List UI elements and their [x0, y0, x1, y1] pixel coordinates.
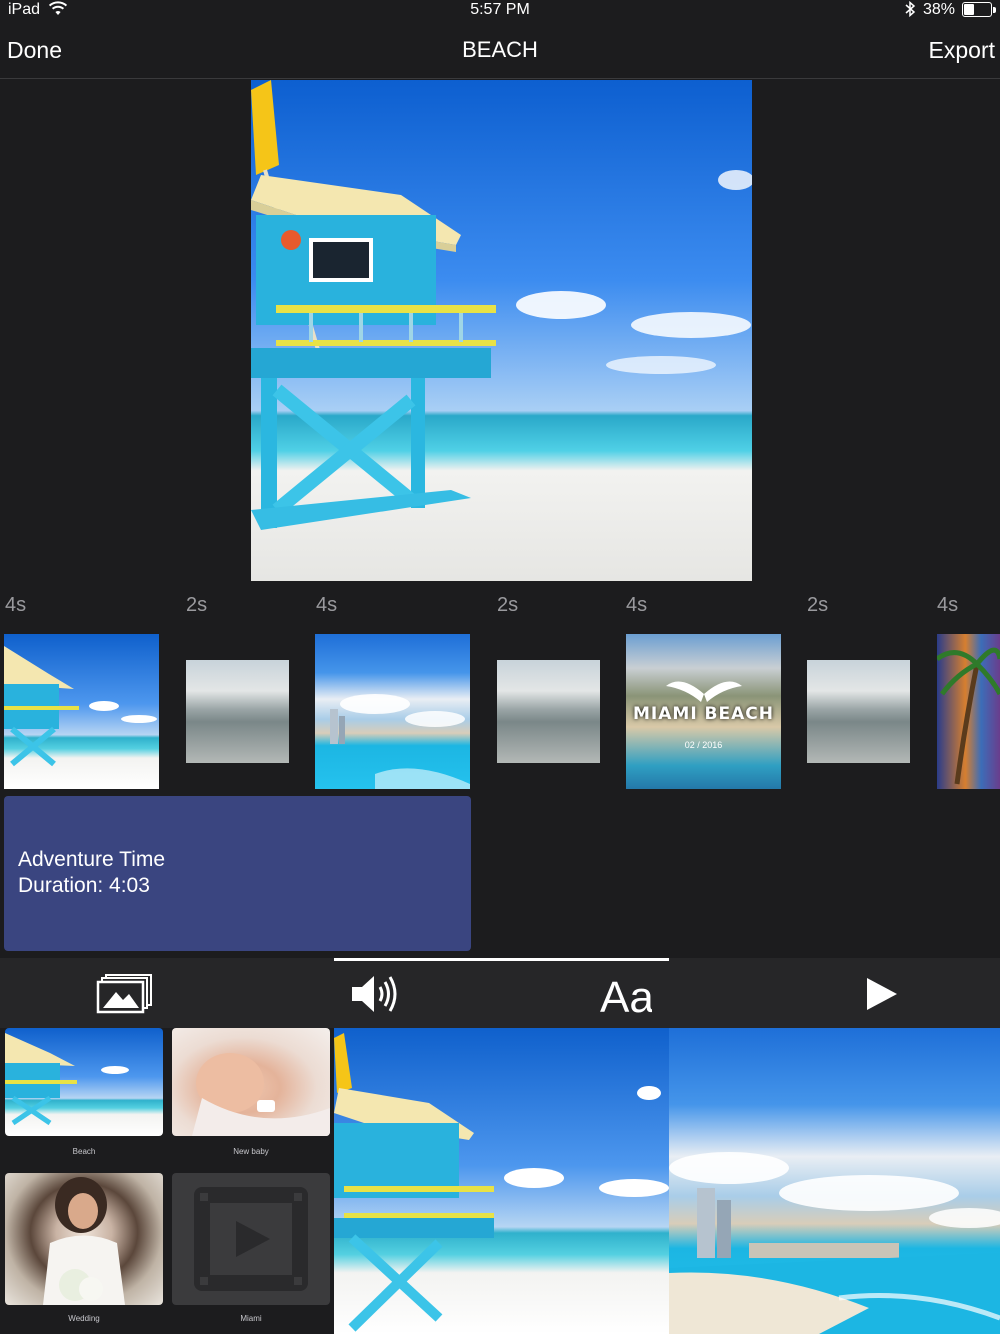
album-label: Miami [240, 1314, 262, 1323]
media-library: Beach New baby Wedding Miami [0, 1028, 1000, 1334]
project-card[interactable]: Adventure Time Duration: 4:03 [4, 796, 471, 951]
duration-label: 2s [807, 594, 829, 616]
album-label: New baby [233, 1147, 269, 1156]
timeline-transition[interactable] [497, 660, 600, 763]
album-label: Beach [72, 1147, 96, 1156]
play-icon [867, 978, 897, 1010]
album-thumbnail [5, 1028, 163, 1136]
page-title: BEACH [462, 37, 538, 62]
project-duration: Duration: 4:03 [18, 874, 150, 897]
project-name: Adventure Time [18, 848, 166, 871]
timeline-clip-miami-title[interactable]: MIAMI BEACH 02 / 2016 [626, 634, 781, 789]
bottom-toolbar: Aa [0, 958, 1000, 1028]
duration-label: 4s [316, 594, 338, 616]
duration-label: 2s [497, 594, 519, 616]
battery-tip [993, 7, 996, 13]
nav-bar: Done BEACH Export [0, 22, 1000, 79]
battery-percent: 38% [923, 1, 956, 18]
svg-text:Aa: Aa [600, 973, 652, 1016]
lifeguard-tower-thumbnail [4, 646, 157, 767]
duration-label: 4s [626, 594, 648, 616]
timeline-clip-palm[interactable] [937, 634, 1000, 789]
selected-tab-indicator [334, 958, 669, 961]
status-time: 5:57 PM [470, 1, 530, 18]
battery-icon [962, 2, 992, 17]
library-photo-beach[interactable] [334, 1028, 669, 1334]
lifeguard-tower-illustration [251, 80, 752, 530]
duration-label: 4s [937, 594, 959, 616]
clip-date-text: 02 / 2016 [684, 740, 723, 750]
timeline-clip-beach[interactable] [4, 634, 159, 789]
palm-tree-thumbnail [937, 647, 1000, 785]
skyline-thumbnail [330, 694, 470, 789]
photo-stack-icon [96, 974, 152, 1014]
video-film-icon [194, 1187, 308, 1291]
text-style-icon: Aa [600, 973, 652, 1016]
timeline-transition[interactable] [186, 660, 289, 763]
album-thumbnail [172, 1028, 330, 1136]
bluetooth-icon [903, 0, 917, 23]
timeline-clip-ocean[interactable] [315, 634, 470, 789]
done-button[interactable]: Done [7, 37, 62, 64]
tab-text[interactable]: Aa [334, 958, 669, 1028]
timeline-durations: 4s 2s 4s 2s 4s 2s 4s [0, 594, 1000, 624]
status-bar: iPad 5:57 PM 38% [0, 0, 1000, 22]
tab-photos[interactable] [0, 958, 334, 1028]
album-label: Wedding [68, 1314, 100, 1323]
export-button[interactable]: Export [929, 37, 995, 64]
tab-play[interactable] [669, 958, 1000, 1028]
duration-label: 4s [5, 594, 27, 616]
album-thumbnail [5, 1173, 163, 1305]
photo-preview[interactable] [251, 80, 752, 581]
timeline-transition[interactable] [807, 660, 910, 763]
library-photo-ocean[interactable] [669, 1028, 1000, 1334]
clip-title-text: MIAMI BEACH [633, 704, 774, 724]
album-thumbnail [172, 1173, 330, 1305]
duration-label: 2s [186, 594, 208, 616]
